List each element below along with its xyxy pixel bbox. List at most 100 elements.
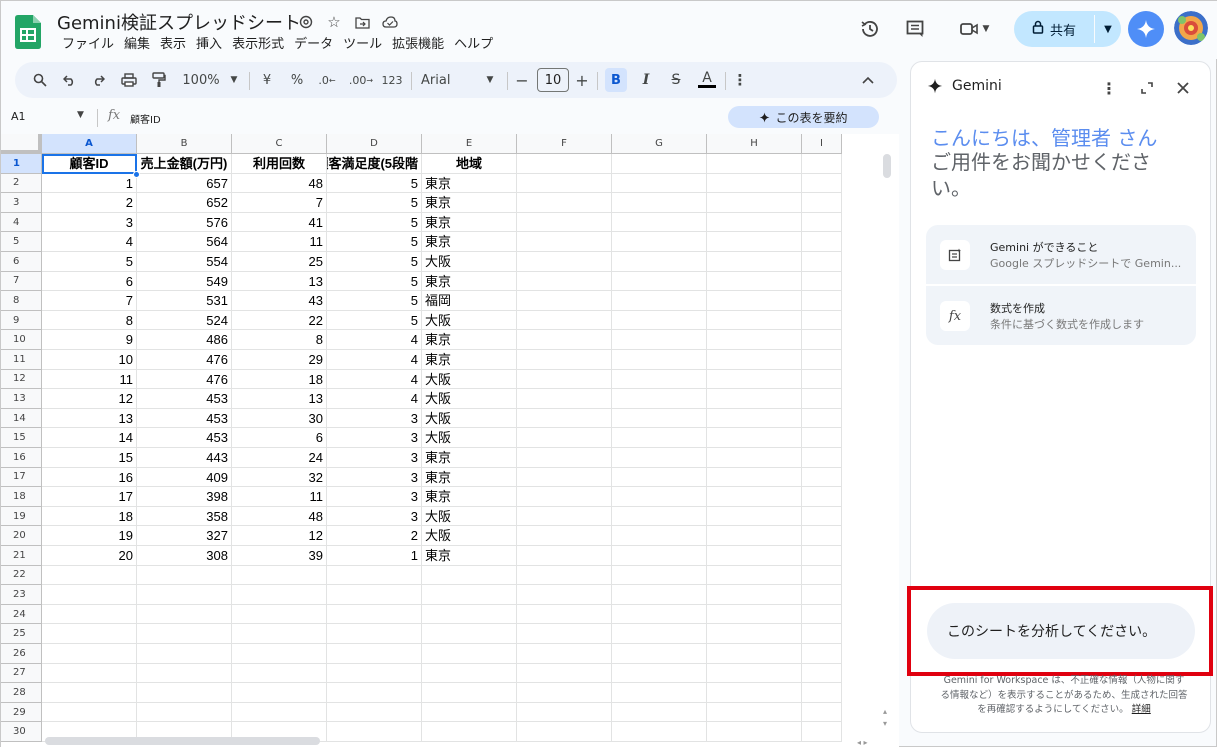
data-cell-a[interactable]: 8 bbox=[42, 310, 137, 331]
share-dropdown-icon[interactable]: ▼ bbox=[1095, 11, 1121, 47]
data-cell-e[interactable]: 東京 bbox=[422, 212, 517, 233]
suggestion-card-capabilities[interactable]: Gemini ができること Google スプレッドシートで Gemin... bbox=[926, 225, 1196, 284]
empty-cell[interactable] bbox=[42, 565, 137, 586]
empty-cell[interactable] bbox=[517, 526, 612, 546]
data-cell-d[interactable]: 3 bbox=[327, 487, 422, 507]
empty-cell[interactable] bbox=[802, 585, 842, 605]
empty-cell[interactable] bbox=[612, 683, 707, 703]
data-cell-d[interactable]: 5 bbox=[327, 291, 422, 311]
empty-cell[interactable] bbox=[707, 644, 802, 664]
data-cell-a[interactable]: 10 bbox=[42, 350, 137, 370]
data-cell-c[interactable]: 32 bbox=[232, 467, 327, 488]
menu-file[interactable]: ファイル bbox=[57, 36, 119, 54]
empty-cell[interactable] bbox=[327, 565, 422, 586]
data-cell-b[interactable]: 576 bbox=[137, 212, 232, 233]
prompt-suggestion-chip[interactable]: このシートを分析してください。 bbox=[927, 603, 1195, 659]
empty-cell[interactable] bbox=[612, 467, 707, 488]
empty-cell[interactable] bbox=[802, 330, 842, 350]
data-cell-a[interactable]: 4 bbox=[42, 232, 137, 252]
empty-cell[interactable] bbox=[517, 448, 612, 468]
data-cell-d[interactable]: 5 bbox=[327, 310, 422, 331]
data-cell-c[interactable]: 25 bbox=[232, 252, 327, 272]
row-header-12[interactable]: 12 bbox=[1, 369, 42, 390]
empty-cell[interactable] bbox=[802, 212, 842, 233]
empty-cell[interactable] bbox=[707, 173, 802, 194]
fill-handle[interactable] bbox=[133, 171, 140, 178]
empty-cell[interactable] bbox=[707, 154, 802, 174]
data-cell-b[interactable]: 524 bbox=[137, 310, 232, 331]
data-cell-a[interactable]: 19 bbox=[42, 526, 137, 546]
empty-cell[interactable] bbox=[707, 487, 802, 507]
data-cell-e[interactable]: 大阪 bbox=[422, 252, 517, 272]
data-cell-c[interactable]: 11 bbox=[232, 487, 327, 507]
empty-cell[interactable] bbox=[612, 506, 707, 527]
menu-data[interactable]: データ bbox=[289, 36, 338, 54]
empty-cell[interactable] bbox=[517, 271, 612, 292]
font-size-increase-button[interactable]: + bbox=[573, 62, 591, 98]
empty-cell[interactable] bbox=[802, 604, 842, 625]
data-cell-e[interactable]: 東京 bbox=[422, 546, 517, 566]
empty-cell[interactable] bbox=[802, 291, 842, 311]
empty-cell[interactable] bbox=[802, 565, 842, 586]
data-cell-b[interactable]: 327 bbox=[137, 526, 232, 546]
empty-cell[interactable] bbox=[517, 624, 612, 644]
empty-cell[interactable] bbox=[327, 663, 422, 684]
empty-cell[interactable] bbox=[802, 526, 842, 546]
sheets-logo-icon[interactable] bbox=[15, 15, 41, 49]
header-cell-d[interactable]: 顧客満足度(5段階 bbox=[327, 154, 422, 174]
data-cell-a[interactable]: 20 bbox=[42, 546, 137, 566]
empty-cell[interactable] bbox=[517, 428, 612, 448]
data-cell-a[interactable]: 5 bbox=[42, 252, 137, 272]
horizontal-scroll-arrows[interactable]: ◂ ▸ bbox=[857, 738, 868, 747]
data-cell-a[interactable]: 2 bbox=[42, 193, 137, 213]
empty-cell[interactable] bbox=[612, 212, 707, 233]
empty-cell[interactable] bbox=[612, 350, 707, 370]
empty-cell[interactable] bbox=[612, 428, 707, 448]
empty-cell[interactable] bbox=[517, 604, 612, 625]
row-header-8[interactable]: 8 bbox=[1, 291, 42, 311]
empty-cell[interactable] bbox=[232, 683, 327, 703]
data-cell-b[interactable]: 476 bbox=[137, 369, 232, 390]
column-header-h[interactable]: H bbox=[707, 134, 802, 154]
data-cell-e[interactable]: 大阪 bbox=[422, 526, 517, 546]
data-cell-c[interactable]: 43 bbox=[232, 291, 327, 311]
data-cell-b[interactable]: 486 bbox=[137, 330, 232, 350]
data-cell-b[interactable]: 453 bbox=[137, 408, 232, 429]
empty-cell[interactable] bbox=[517, 173, 612, 194]
empty-cell[interactable] bbox=[707, 291, 802, 311]
data-cell-c[interactable]: 7 bbox=[232, 193, 327, 213]
empty-cell[interactable] bbox=[517, 232, 612, 252]
empty-cell[interactable] bbox=[707, 448, 802, 468]
empty-cell[interactable] bbox=[802, 232, 842, 252]
header-cell-b[interactable]: 売上金額(万円) bbox=[137, 154, 232, 174]
data-cell-d[interactable]: 3 bbox=[327, 448, 422, 468]
menu-insert[interactable]: 挿入 bbox=[191, 36, 227, 54]
empty-cell[interactable] bbox=[327, 644, 422, 664]
empty-cell[interactable] bbox=[707, 683, 802, 703]
empty-cell[interactable] bbox=[612, 330, 707, 350]
empty-cell[interactable] bbox=[517, 369, 612, 390]
empty-cell[interactable] bbox=[612, 624, 707, 644]
empty-cell[interactable] bbox=[517, 702, 612, 723]
empty-cell[interactable] bbox=[137, 663, 232, 684]
paint-format-icon[interactable] bbox=[147, 62, 171, 98]
data-cell-d[interactable]: 5 bbox=[327, 232, 422, 252]
strikethrough-button[interactable]: S bbox=[665, 62, 687, 98]
empty-cell[interactable] bbox=[327, 604, 422, 625]
empty-cell[interactable] bbox=[707, 252, 802, 272]
name-box-dropdown-icon[interactable]: ▼ bbox=[77, 110, 84, 120]
empty-cell[interactable] bbox=[802, 702, 842, 723]
empty-cell[interactable] bbox=[707, 565, 802, 586]
account-avatar[interactable] bbox=[1174, 11, 1208, 45]
header-cell-e[interactable]: 地域 bbox=[422, 154, 517, 174]
row-header-26[interactable]: 26 bbox=[1, 644, 42, 664]
document-title[interactable]: Gemini検証スプレッドシート bbox=[57, 9, 301, 35]
row-header-15[interactable]: 15 bbox=[1, 428, 42, 448]
empty-cell[interactable] bbox=[422, 585, 517, 605]
empty-cell[interactable] bbox=[707, 330, 802, 350]
data-cell-d[interactable]: 1 bbox=[327, 546, 422, 566]
empty-cell[interactable] bbox=[137, 644, 232, 664]
row-header-3[interactable]: 3 bbox=[1, 193, 42, 213]
empty-cell[interactable] bbox=[707, 232, 802, 252]
empty-cell[interactable] bbox=[707, 467, 802, 488]
